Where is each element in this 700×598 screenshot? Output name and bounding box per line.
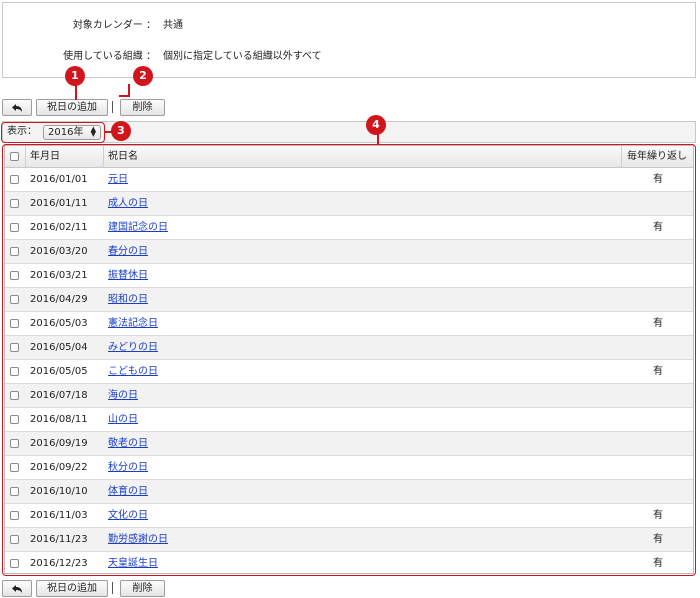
callout-1-badge: 1: [65, 66, 85, 86]
callout-3-box: [1, 122, 105, 143]
add-holiday-button[interactable]: 祝日の追加: [36, 99, 108, 116]
delete-button[interactable]: 削除: [120, 99, 165, 116]
calendar-info-panel: 対象カレンダー ： 共通 使用している組織 ： 個別に指定している組織以外すべて: [2, 2, 696, 78]
back-arrow-icon: [12, 585, 22, 593]
callout-4-box: [2, 144, 696, 576]
callout-1-line: [75, 84, 77, 100]
toolbar-separator: [112, 101, 113, 113]
organization-value: 個別に指定している組織以外すべて: [163, 51, 322, 62]
callout-4-line: [377, 134, 379, 145]
toolbar-separator: [112, 582, 113, 594]
add-holiday-button-bottom[interactable]: 祝日の追加: [36, 580, 108, 597]
callout-3-badge: 3: [111, 121, 131, 141]
calendar-value: 共通: [163, 20, 183, 31]
callout-4-badge: 4: [366, 115, 386, 135]
delete-button-bottom[interactable]: 削除: [120, 580, 165, 597]
back-button-bottom[interactable]: [2, 580, 32, 597]
calendar-label: 対象カレンダー ：: [72, 20, 156, 31]
organization-label: 使用している組織 ：: [63, 51, 156, 62]
back-button[interactable]: [2, 99, 32, 116]
callout-2-line-h: [119, 95, 130, 97]
back-arrow-icon: [12, 104, 22, 112]
callout-2-badge: 2: [133, 66, 153, 86]
